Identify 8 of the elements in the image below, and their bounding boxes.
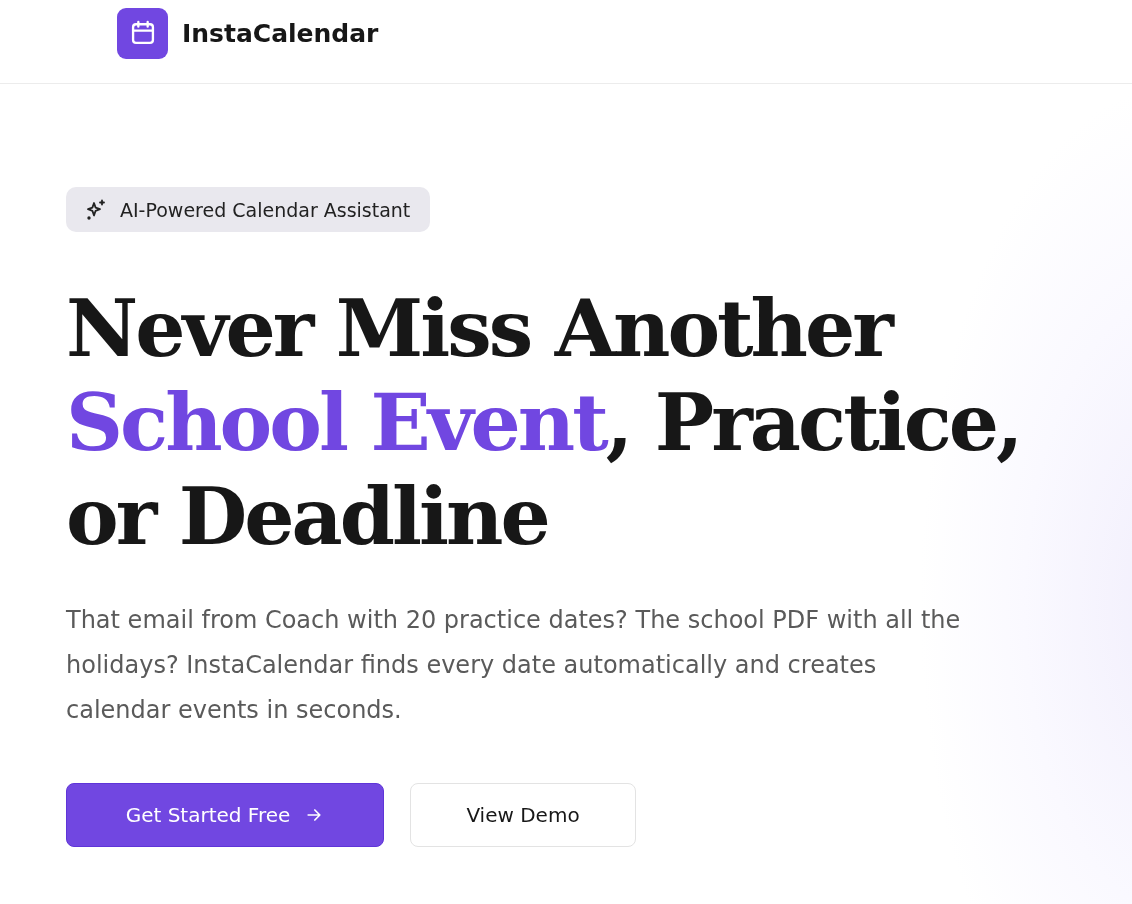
view-demo-button[interactable]: View Demo (410, 783, 636, 847)
description: That email from Coach with 20 practice dates? The school PDF with all the holidays? InstaCalendar finds every date automatically and creates calendar events in seconds. (66, 605, 962, 726)
calendar-logo-icon (117, 7, 168, 59)
sparkle-icon (84, 197, 108, 222)
headline: Never Miss Another School Event, Practice, or Deadline (66, 282, 1022, 564)
brand-name: InstaCalendar (182, 18, 379, 48)
feature-badge: AI-Powered Calendar Assistant (66, 187, 431, 232)
get-started-button[interactable]: Get Started Free (66, 783, 384, 847)
